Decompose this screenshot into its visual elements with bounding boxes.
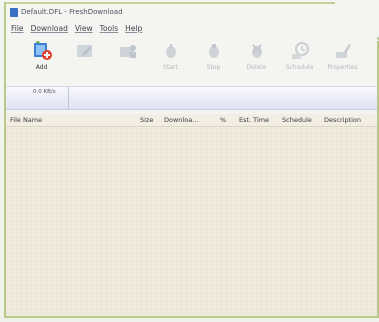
start-label: Start <box>163 64 178 71</box>
schedule-icon <box>291 42 309 59</box>
menu-tools[interactable]: Tools <box>100 24 118 33</box>
speed-separator <box>68 87 69 109</box>
schedule-label: Schedule <box>285 64 314 71</box>
properties-button[interactable]: Properties <box>321 36 364 72</box>
column-percent[interactable]: % <box>220 116 226 124</box>
menu-help[interactable]: Help <box>125 24 142 33</box>
schedule-button[interactable]: Schedule <box>278 36 321 72</box>
app-icon <box>10 7 18 17</box>
column-file-name[interactable]: File Name <box>10 116 42 124</box>
edit-button[interactable] <box>63 36 106 72</box>
column-size[interactable]: Size <box>140 116 153 124</box>
edit-icon <box>76 45 92 57</box>
download-list[interactable]: File Name Size Downloa... % Est. Time Sc… <box>6 114 377 316</box>
menu-file[interactable]: File <box>11 24 24 33</box>
column-description[interactable]: Description <box>324 116 361 124</box>
delete-icon <box>251 44 262 58</box>
column-est-time[interactable]: Est. Time <box>239 116 269 124</box>
window-title: Default.DFL - FreshDownload <box>21 8 123 16</box>
list-header: File Name Size Downloa... % Est. Time Sc… <box>6 114 377 127</box>
add-label: Add <box>35 64 48 71</box>
speed-bar: 0.0 KB/s <box>6 86 377 110</box>
start-icon <box>165 44 176 58</box>
screen-frame: Default.DFL - FreshDownload File Downloa… <box>0 0 379 322</box>
properties-label: Properties <box>327 64 358 71</box>
menu-download[interactable]: Download <box>31 24 68 33</box>
title-bar: Default.DFL - FreshDownload <box>6 4 377 20</box>
add-button[interactable]: Add <box>20 36 63 72</box>
column-schedule[interactable]: Schedule <box>282 116 312 124</box>
add-download-icon <box>33 41 52 60</box>
outline-bottom <box>4 316 379 318</box>
properties-icon <box>335 44 351 58</box>
column-downloaded[interactable]: Downloa... <box>164 116 198 124</box>
folder-button[interactable] <box>106 36 149 72</box>
stop-icon <box>208 44 219 58</box>
start-button[interactable]: Start <box>149 36 192 72</box>
speed-value: 0.0 KB/s <box>33 89 56 95</box>
app-window: Default.DFL - FreshDownload File Downloa… <box>6 4 377 316</box>
folder-user-icon <box>119 45 136 58</box>
delete-button[interactable]: Delete <box>235 36 278 72</box>
toolbar: Add Start Stop Delete Schedule Propertie… <box>6 36 377 86</box>
menu-view[interactable]: View <box>75 24 93 33</box>
delete-label: Delete <box>246 64 267 71</box>
stop-button[interactable]: Stop <box>192 36 235 72</box>
stop-label: Stop <box>206 64 221 71</box>
menu-bar: File Download View Tools Help <box>6 21 377 35</box>
